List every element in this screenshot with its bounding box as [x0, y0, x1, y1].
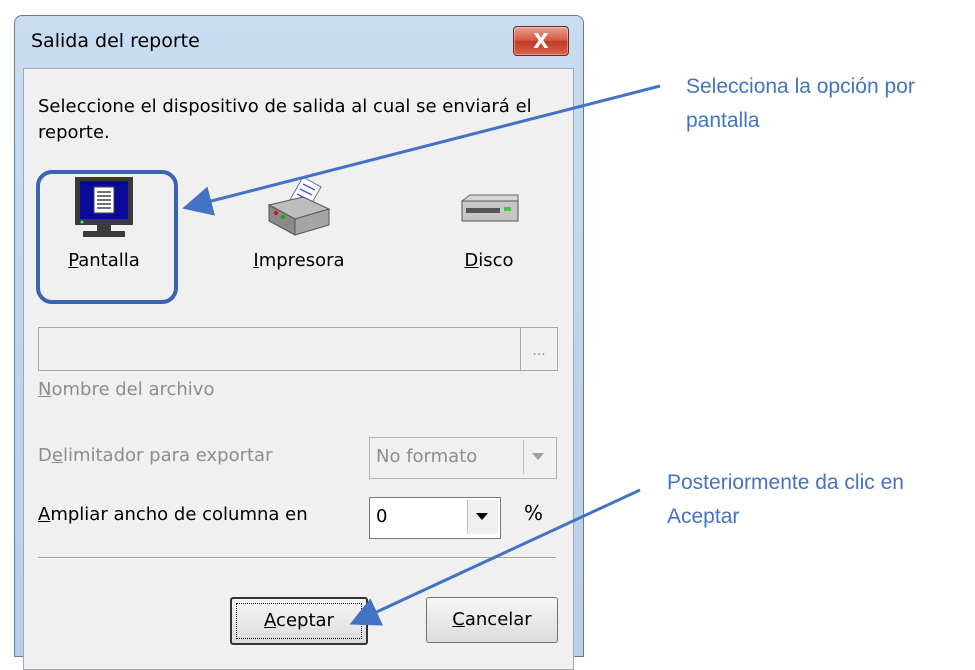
annotation-arrows	[182, 84, 661, 626]
arrow-to-aceptar	[349, 488, 641, 626]
arrow-to-pantalla	[182, 84, 661, 216]
